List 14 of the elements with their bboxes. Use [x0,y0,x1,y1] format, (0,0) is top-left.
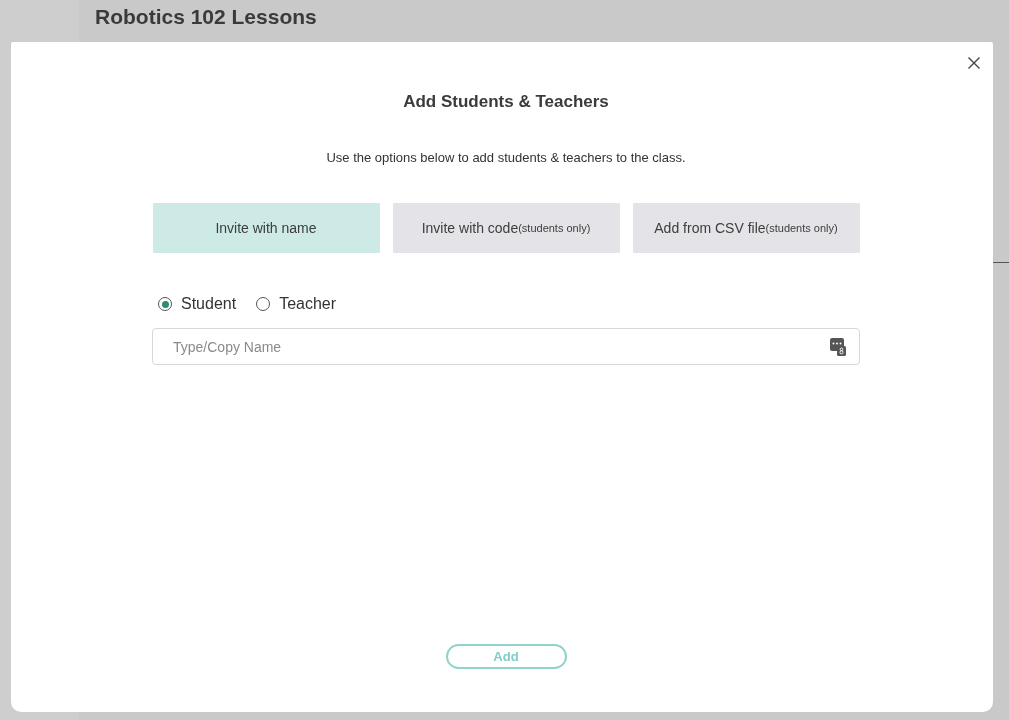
name-input-field[interactable]: Type/Copy Name [152,328,860,365]
radio-button[interactable] [256,297,271,311]
close-icon [968,57,980,69]
radio-button[interactable] [158,297,172,311]
page-title: Robotics 102 Lessons [95,4,317,30]
option-tab[interactable]: Add from CSV file(students only) [632,203,860,253]
dialog-description: Use the options below to add students & teachers to the class. [326,150,686,166]
option-tab[interactable]: Invite with name [152,203,380,253]
close-button[interactable] [967,56,981,70]
option-tab[interactable]: Invite with code(students only) [392,203,620,253]
keypad-icon [830,338,846,356]
dialog-title: Add Students & Teachers [403,92,609,112]
radio-label: Teacher [279,295,337,313]
radio-label: Student [181,295,237,313]
